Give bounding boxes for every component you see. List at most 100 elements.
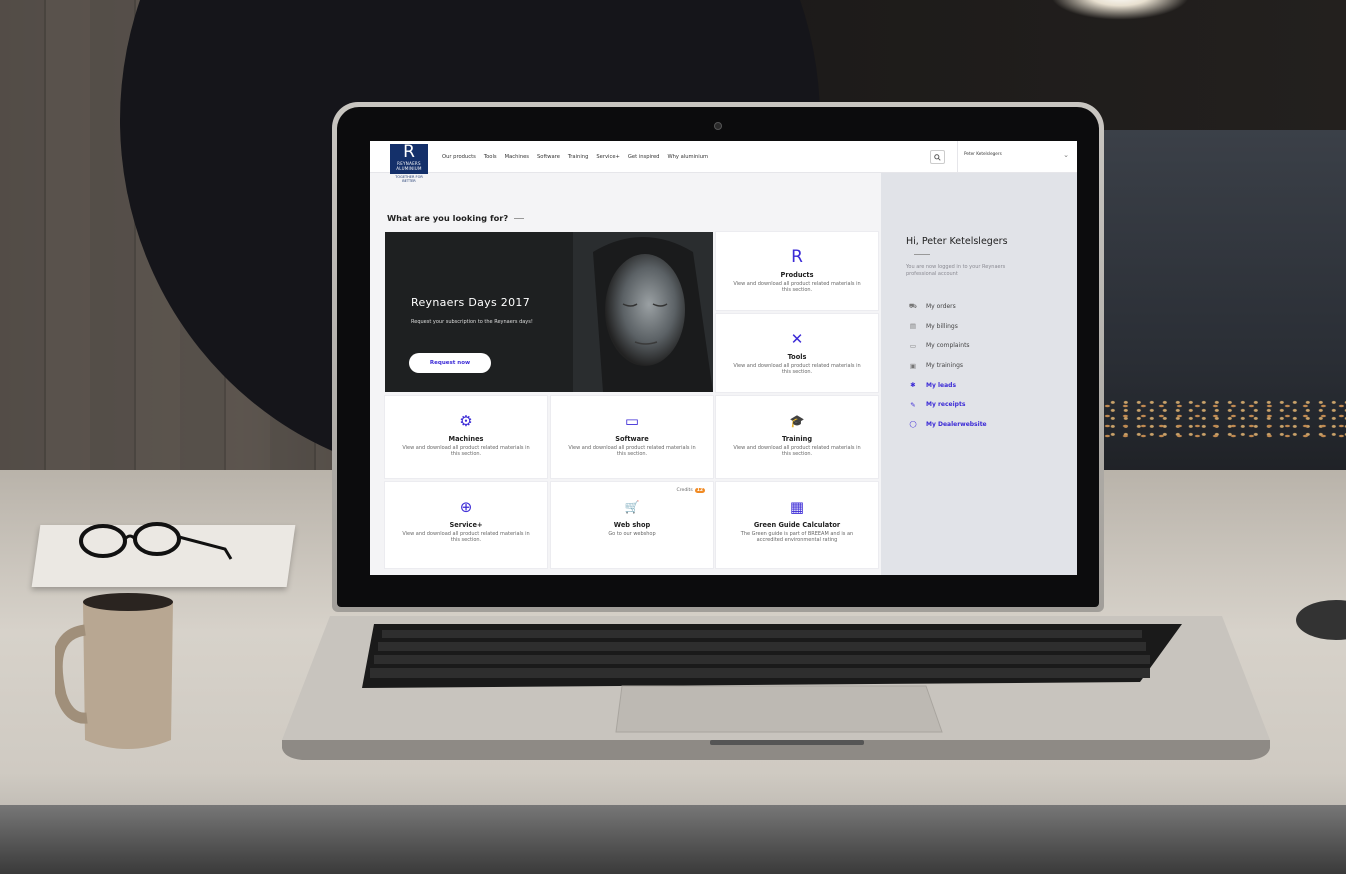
card-title: Green Guide Calculator (753, 521, 841, 529)
page-heading-text: What are you looking for? (387, 213, 509, 223)
eyeglasses (79, 522, 233, 560)
ceiling-lamp-glow (1050, 0, 1190, 20)
tools-icon: ✕ (790, 330, 804, 348)
sidebar-item-my-dealerwebsite[interactable]: ◯ My Dealerwebsite (906, 415, 987, 435)
account-sidebar: Hi, Peter Ketelslegers You are now logge… (881, 173, 1077, 575)
reynaers-logo[interactable]: R REYNAERS ALUMINIUM (390, 144, 428, 174)
menu-item-software[interactable]: Software (537, 154, 560, 160)
webcam (714, 122, 722, 130)
account-menu: ⛟ My orders ▤ My billings ▭ My complaints ▣… (906, 297, 987, 434)
sidebar-item-label: My billings (926, 322, 958, 330)
user-menu[interactable]: Peter Ketelslegers ⌄ (957, 141, 1077, 173)
laptop-bezel: R REYNAERS ALUMINIUM Our products Tools … (337, 107, 1099, 607)
credits-label: Credits (676, 488, 693, 493)
user-name: Peter Ketelslegers (964, 151, 1002, 156)
hero-portrait-image (573, 232, 713, 392)
cart-icon: ⛟ (908, 302, 918, 311)
menu-item-machines[interactable]: Machines (505, 154, 529, 160)
card-title: Service+ (449, 521, 483, 529)
leads-icon: ✱ (910, 381, 916, 390)
plus-circle-icon: ⊕ (459, 498, 473, 516)
sidebar-item-my-complaints[interactable]: ▭ My complaints (906, 336, 987, 356)
card-description: The Green guide is part of BREEAM and is… (740, 531, 854, 543)
page-heading: What are you looking for? (387, 213, 525, 223)
card-products[interactable]: R Products View and download all product… (716, 232, 878, 310)
card-title: Training (781, 435, 813, 443)
menu-item-get-inspired[interactable]: Get inspired (628, 154, 660, 160)
card-description: View and download all product related ma… (568, 445, 696, 457)
logo-sub: ALUMINIUM (396, 166, 422, 171)
laptop-lid: R REYNAERS ALUMINIUM Our products Tools … (332, 102, 1104, 612)
card-web-shop[interactable]: Credits 12 🛒 Web shop Go to our webshop (551, 482, 713, 568)
sidebar-item-label: My orders (926, 303, 956, 311)
laptop-base (282, 616, 1270, 760)
card-title: Tools (787, 353, 807, 361)
card-description: View and download all product related ma… (733, 363, 861, 375)
receipt-icon: ✎ (910, 400, 916, 409)
sidebar-item-label: My Dealerwebsite (926, 420, 987, 428)
top-navigation: R REYNAERS ALUMINIUM Our products Tools … (370, 141, 1077, 174)
greeting-divider (914, 254, 930, 255)
logo-letter: R (403, 142, 415, 162)
desk-edge (0, 805, 1346, 874)
night-city-window (1066, 130, 1346, 510)
menu-item-tools[interactable]: Tools (484, 154, 497, 160)
coffee-mug (55, 593, 173, 749)
reynaers-r-icon: R (791, 247, 803, 267)
card-title: Software (615, 435, 649, 443)
sidebar-item-label: My trainings (926, 362, 964, 370)
menu-item-our-products[interactable]: Our products (442, 154, 476, 160)
sidebar-item-label: My complaints (926, 342, 970, 350)
monitor-icon: ▭ (624, 412, 640, 430)
sidebar-item-my-billings[interactable]: ▤ My billings (906, 317, 987, 337)
card-title: Machines (448, 435, 484, 443)
chevron-down-icon: ⌄ (1063, 151, 1069, 159)
card-description: View and download all product related ma… (733, 281, 861, 293)
card-description: View and download all product related ma… (402, 531, 530, 543)
sidebar-item-my-receipts[interactable]: ✎ My receipts (906, 395, 987, 415)
card-description: Go to our webshop (608, 531, 656, 537)
sidebar-item-my-trainings[interactable]: ▣ My trainings (906, 356, 987, 376)
hero-subtitle: Request your subscription to the Reynaer… (411, 319, 533, 325)
credits-count: 12 (694, 488, 705, 493)
card-title: Products (780, 271, 814, 279)
menu-item-training[interactable]: Training (568, 154, 588, 160)
card-tools[interactable]: ✕ Tools View and download all product re… (716, 314, 878, 392)
chat-icon: ▭ (909, 341, 917, 350)
card-description: View and download all product related ma… (733, 445, 861, 457)
card-service-plus[interactable]: ⊕ Service+ View and download all product… (385, 482, 547, 568)
request-now-button[interactable]: Request now (409, 353, 491, 373)
card-training[interactable]: 🎓 Training View and download all product… (716, 396, 878, 478)
gear-icon: ⚙ (459, 412, 473, 430)
portal-screen: R REYNAERS ALUMINIUM Our products Tools … (370, 141, 1077, 575)
hero-banner[interactable]: Reynaers Days 2017 Request your subscrip… (385, 232, 713, 392)
hero-title: Reynaers Days 2017 (411, 296, 530, 309)
sidebar-item-label: My leads (926, 381, 957, 389)
card-software[interactable]: ▭ Software View and download all product… (551, 396, 713, 478)
billing-icon: ▤ (909, 322, 917, 331)
menu-item-why-aluminium[interactable]: Why aluminium (667, 154, 708, 160)
card-title: Web shop (613, 521, 651, 529)
greeting-text: Hi, Peter Ketelslegers (906, 236, 1008, 247)
greeting-subtext: You are now logged in to your Reynaers p… (906, 264, 1006, 277)
logo-tagline: TOGETHER FOR BETTER (395, 175, 423, 183)
search-icon (934, 153, 941, 161)
credits-badge: Credits 12 (677, 488, 705, 493)
main-menu: Our products Tools Machines Software Tra… (442, 154, 708, 160)
greeting: Hi, Peter Ketelslegers (906, 235, 1026, 261)
card-machines[interactable]: ⚙ Machines View and download all product… (385, 396, 547, 478)
cart-icon: 🛒 (624, 500, 640, 514)
sidebar-item-my-orders[interactable]: ⛟ My orders (906, 297, 987, 317)
sidebar-item-my-leads[interactable]: ✱ My leads (906, 375, 987, 395)
card-green-guide-calculator[interactable]: ▦ Green Guide Calculator The Green guide… (716, 482, 878, 568)
menu-item-service-plus[interactable]: Service+ (596, 154, 620, 160)
sidebar-item-label: My receipts (926, 401, 966, 409)
training-icon: ▣ (909, 361, 917, 370)
calculator-icon: ▦ (789, 498, 805, 516)
search-button[interactable] (930, 150, 945, 164)
graduation-cap-icon: 🎓 (789, 414, 805, 428)
website-icon: ◯ (909, 420, 917, 429)
card-description: View and download all product related ma… (402, 445, 530, 457)
photo-scene: R REYNAERS ALUMINIUM Our products Tools … (0, 0, 1346, 874)
heading-divider (514, 218, 525, 219)
